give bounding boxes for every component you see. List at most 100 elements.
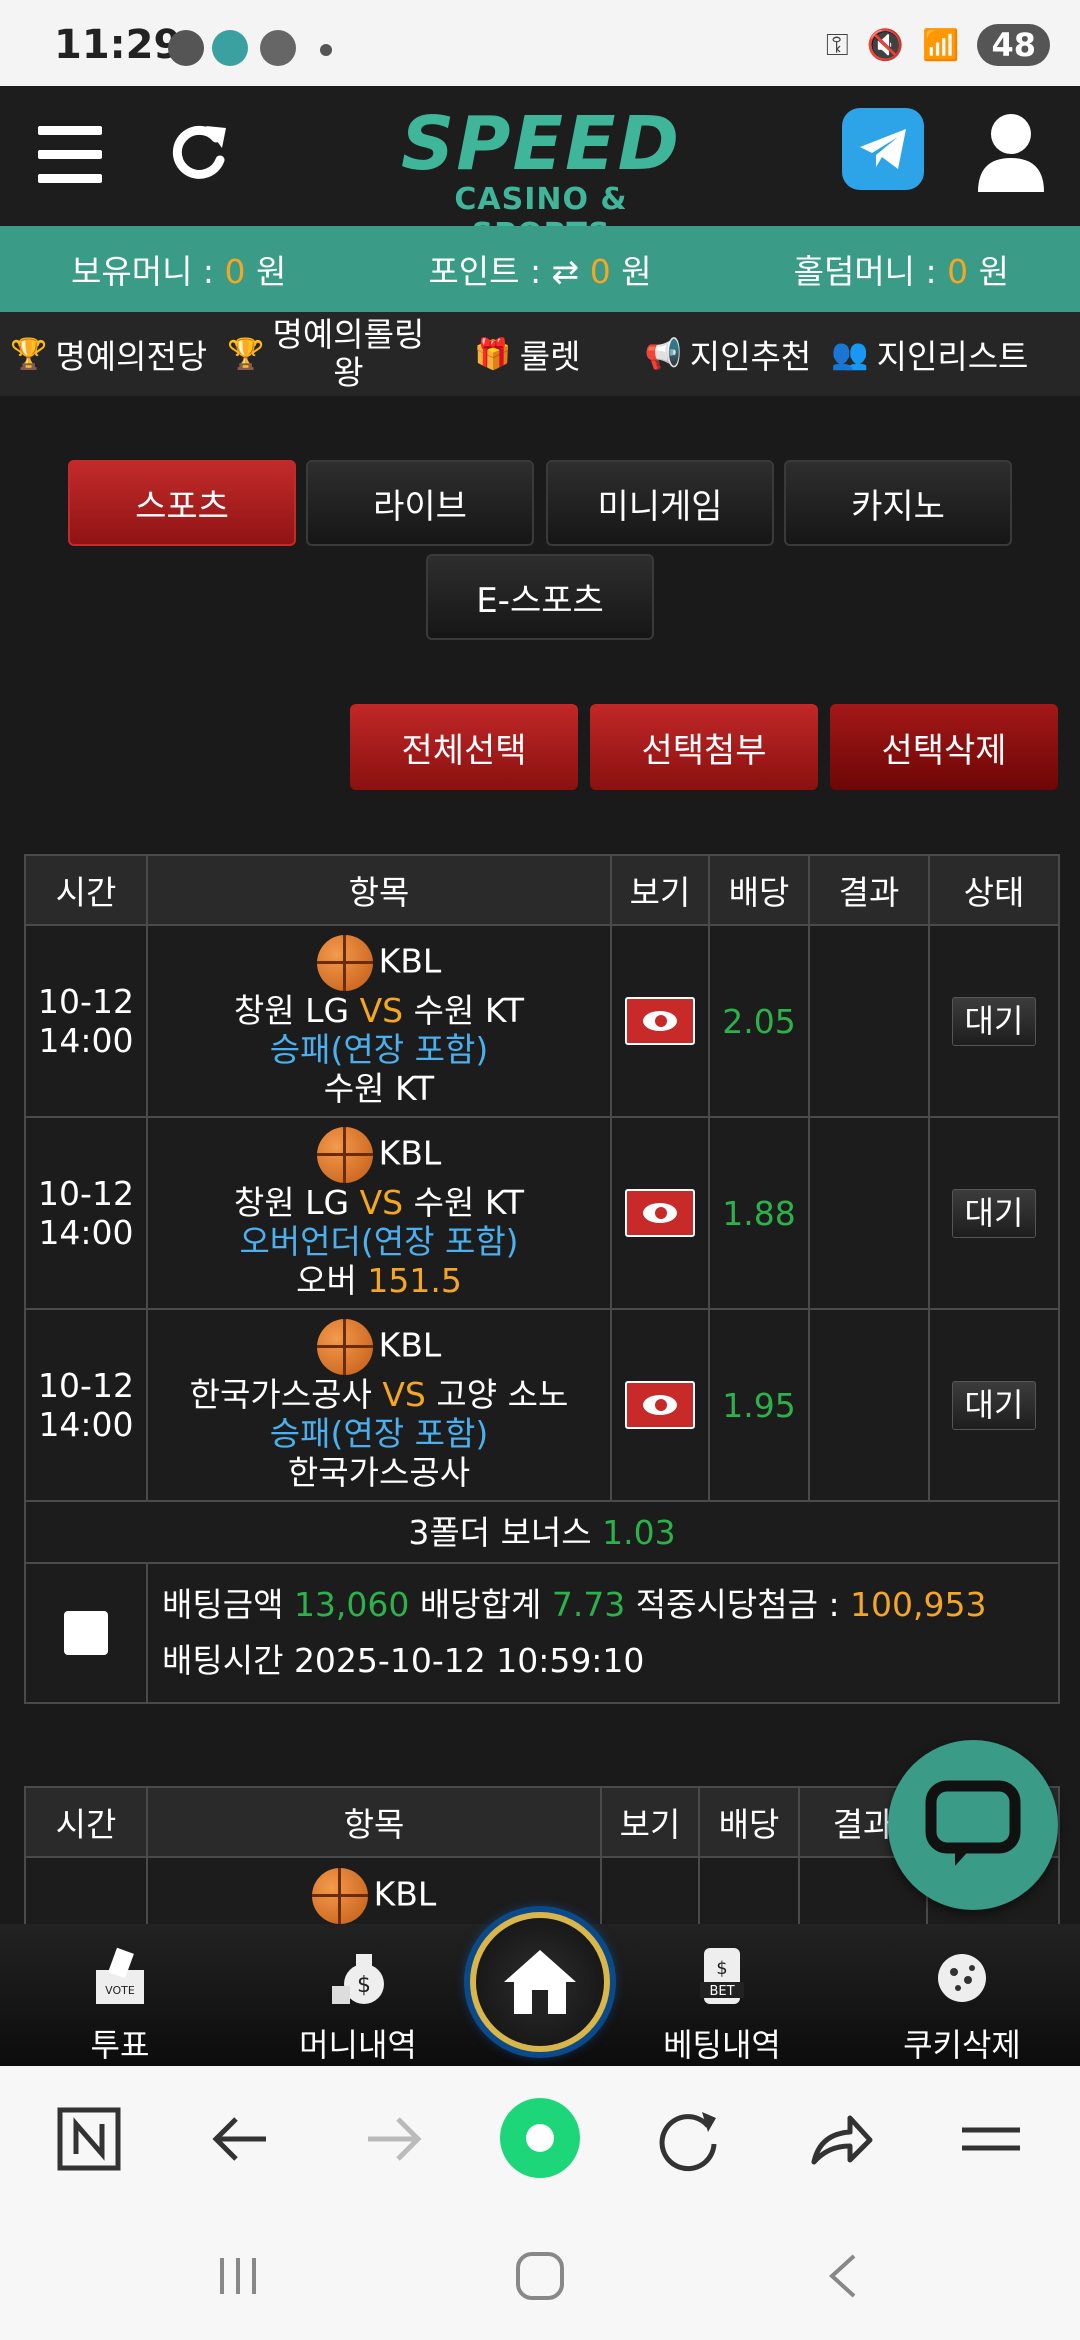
user-profile-icon[interactable] (976, 112, 1046, 192)
svg-text:BET: BET (709, 1984, 734, 1999)
bet-summary-row: 배팅금액 13,060 배당합계 7.73 적중시당첨금 : 100,953 배… (24, 1562, 1060, 1704)
app-notification-icon (212, 30, 248, 66)
system-nav-bar (0, 2212, 1080, 2340)
points[interactable]: 포인트 : ⇄ 0 원 (428, 245, 651, 293)
col-header-status: 상태 (928, 854, 1060, 926)
bet-odds: 1.95 (708, 1308, 810, 1502)
recent-apps-icon[interactable] (214, 2252, 262, 2300)
attach-selected-button[interactable]: 선택첨부 (590, 704, 818, 790)
refresh-icon[interactable] (166, 120, 232, 186)
menu-referral-list[interactable]: 👥 지인리스트 (821, 330, 1038, 378)
system-back-icon[interactable] (822, 2252, 862, 2300)
battery-icon: 48 (977, 24, 1050, 66)
table-row: 10-12 14:00 KBL 창원 LG VS 수원 KT 오버언더(연장 포함… (24, 1116, 1060, 1310)
status-bar: 11:29 ⚿ 🔇 📶 48 (0, 0, 1080, 86)
tab-live[interactable]: 라이브 (306, 460, 534, 546)
tab-esports[interactable]: E-스포츠 (426, 554, 654, 640)
bet-phone-icon: $ BET (700, 1948, 744, 2004)
bet-time: 10-12 14:00 (24, 924, 148, 1118)
view-eye-icon[interactable] (625, 1381, 695, 1429)
browser-menu-icon[interactable] (956, 2104, 1026, 2174)
status-badge: 대기 (951, 1380, 1037, 1430)
system-home-icon[interactable] (514, 2250, 566, 2302)
bet-item: KBL 한국가스공사 VS 고양 소노 승패(연장 포함) 한국가스공사 (146, 1308, 612, 1502)
bet-history-table: 시간 항목 보기 배당 결과 상태 10-12 14:00 KBL 창원 LG V… (24, 854, 1060, 1704)
tab-casino[interactable]: 카지노 (784, 460, 1012, 546)
status-badge: 대기 (951, 1188, 1037, 1238)
whale-icon[interactable] (498, 2096, 582, 2180)
table-header-row: 시간 항목 보기 배당 결과 상태 (24, 854, 1060, 926)
bet-select-checkbox[interactable] (64, 1611, 108, 1655)
status-badge: 대기 (951, 996, 1037, 1046)
telegram-icon[interactable] (842, 108, 924, 190)
basketball-icon (316, 1318, 373, 1375)
col-header-item: 항목 (146, 854, 612, 926)
menu-hall-of-fame[interactable]: 🏆 명예의전당 (0, 330, 217, 378)
table-row: 10-12 14:00 KBL 창원 LG VS 수원 KT 승패(연장 포함) … (24, 924, 1060, 1118)
view-eye-icon[interactable] (625, 1189, 695, 1237)
megaphone-icon: 📢 (644, 336, 682, 372)
svg-text:VOTE: VOTE (105, 1984, 135, 1997)
forward-arrow-icon[interactable] (358, 2104, 428, 2174)
cookie-icon (938, 1954, 986, 2002)
back-arrow-icon[interactable] (206, 2104, 276, 2174)
bet-time: 10-12 14:00 (24, 1116, 148, 1310)
naver-icon[interactable] (54, 2104, 124, 2174)
talk-notification-icon (260, 30, 296, 66)
browser-toolbar (0, 2066, 1080, 2212)
svg-text:$: $ (357, 1973, 371, 1998)
balance-bar: 보유머니 : 0 원 포인트 : ⇄ 0 원 홀덤머니 : 0 원 (0, 226, 1080, 312)
col-header-time: 시간 (24, 854, 148, 926)
bet-result (808, 924, 930, 1118)
svg-text:$: $ (716, 1958, 727, 1979)
chat-icon (925, 1780, 1021, 1866)
nav-money-history[interactable]: $ 머니내역 (268, 1944, 448, 2066)
table-row: 10-12 14:00 KBL 한국가스공사 VS 고양 소노 승패(연장 포함)… (24, 1308, 1060, 1502)
wifi-icon: 📶 (922, 27, 960, 63)
trophy-icon: 🏆 (227, 336, 265, 372)
menu-roulette[interactable]: 🎁 룰렛 (464, 330, 590, 378)
nav-delete-cookies[interactable]: 쿠키삭제 (872, 1944, 1052, 2066)
home-button[interactable] (470, 1912, 610, 2052)
bet-odds: 2.05 (708, 924, 810, 1118)
tab-sports[interactable]: 스포츠 (68, 460, 296, 546)
nav-bet-history[interactable]: $ BET 베팅내역 (632, 1944, 812, 2066)
chat-notification-icon (168, 30, 204, 66)
col-header-view: 보기 (610, 854, 710, 926)
basketball-icon (311, 1868, 368, 1924)
home-icon (504, 1950, 576, 2014)
menu-row: 🏆 명예의전당 🏆 명예의롤링 왕 🎁 룰렛 📢 지인추천 👥 지인리스트 (0, 312, 1080, 396)
bet-result (808, 1308, 930, 1502)
col-header-odds: 배당 (708, 854, 810, 926)
bonus-row: 3폴더 보너스 1.03 (24, 1500, 1060, 1564)
nav-vote[interactable]: VOTE 투표 (30, 1944, 210, 2066)
holdem-money[interactable]: 홀덤머니 : 0 원 (794, 245, 1009, 293)
bet-time: 10-12 14:00 (24, 1308, 148, 1502)
bet-item: KBL 창원 LG VS 수원 KT 오버언더(연장 포함) 오버 151.5 (146, 1116, 612, 1310)
users-icon: 👥 (831, 336, 869, 372)
menu-referral[interactable]: 📢 지인추천 (634, 330, 821, 378)
mute-icon: 🔇 (866, 27, 905, 63)
reload-icon[interactable] (654, 2104, 724, 2174)
more-notifications-icon (320, 44, 332, 56)
bet-odds: 1.88 (708, 1116, 810, 1310)
basketball-icon (316, 1126, 373, 1183)
menu-hamburger-icon[interactable] (38, 126, 102, 184)
bet-summary: 배팅금액 13,060 배당합계 7.73 적중시당첨금 : 100,953 배… (146, 1562, 1060, 1704)
live-chat-button[interactable] (888, 1740, 1058, 1910)
trophy-icon: 🏆 (10, 336, 48, 372)
basketball-icon (316, 934, 373, 991)
site-header: SPEED CASINO & SPORTS (0, 86, 1080, 252)
vpn-key-icon: ⚿ (825, 27, 849, 63)
bet-result (808, 1116, 930, 1310)
status-time: 11:29 (54, 22, 182, 68)
money-bag-icon: $ (332, 1954, 384, 2004)
bet-item: KBL 창원 LG VS 수원 KT 승패(연장 포함) 수원 KT (146, 924, 612, 1118)
holding-money[interactable]: 보유머니 : 0 원 (71, 245, 286, 293)
share-icon[interactable] (806, 2104, 876, 2174)
select-all-button[interactable]: 전체선택 (350, 704, 578, 790)
menu-rolling-king[interactable]: 🏆 명예의롤링 왕 (217, 316, 434, 392)
delete-selected-button[interactable]: 선택삭제 (830, 704, 1058, 790)
tab-minigame[interactable]: 미니게임 (546, 460, 774, 546)
view-eye-icon[interactable] (625, 997, 695, 1045)
